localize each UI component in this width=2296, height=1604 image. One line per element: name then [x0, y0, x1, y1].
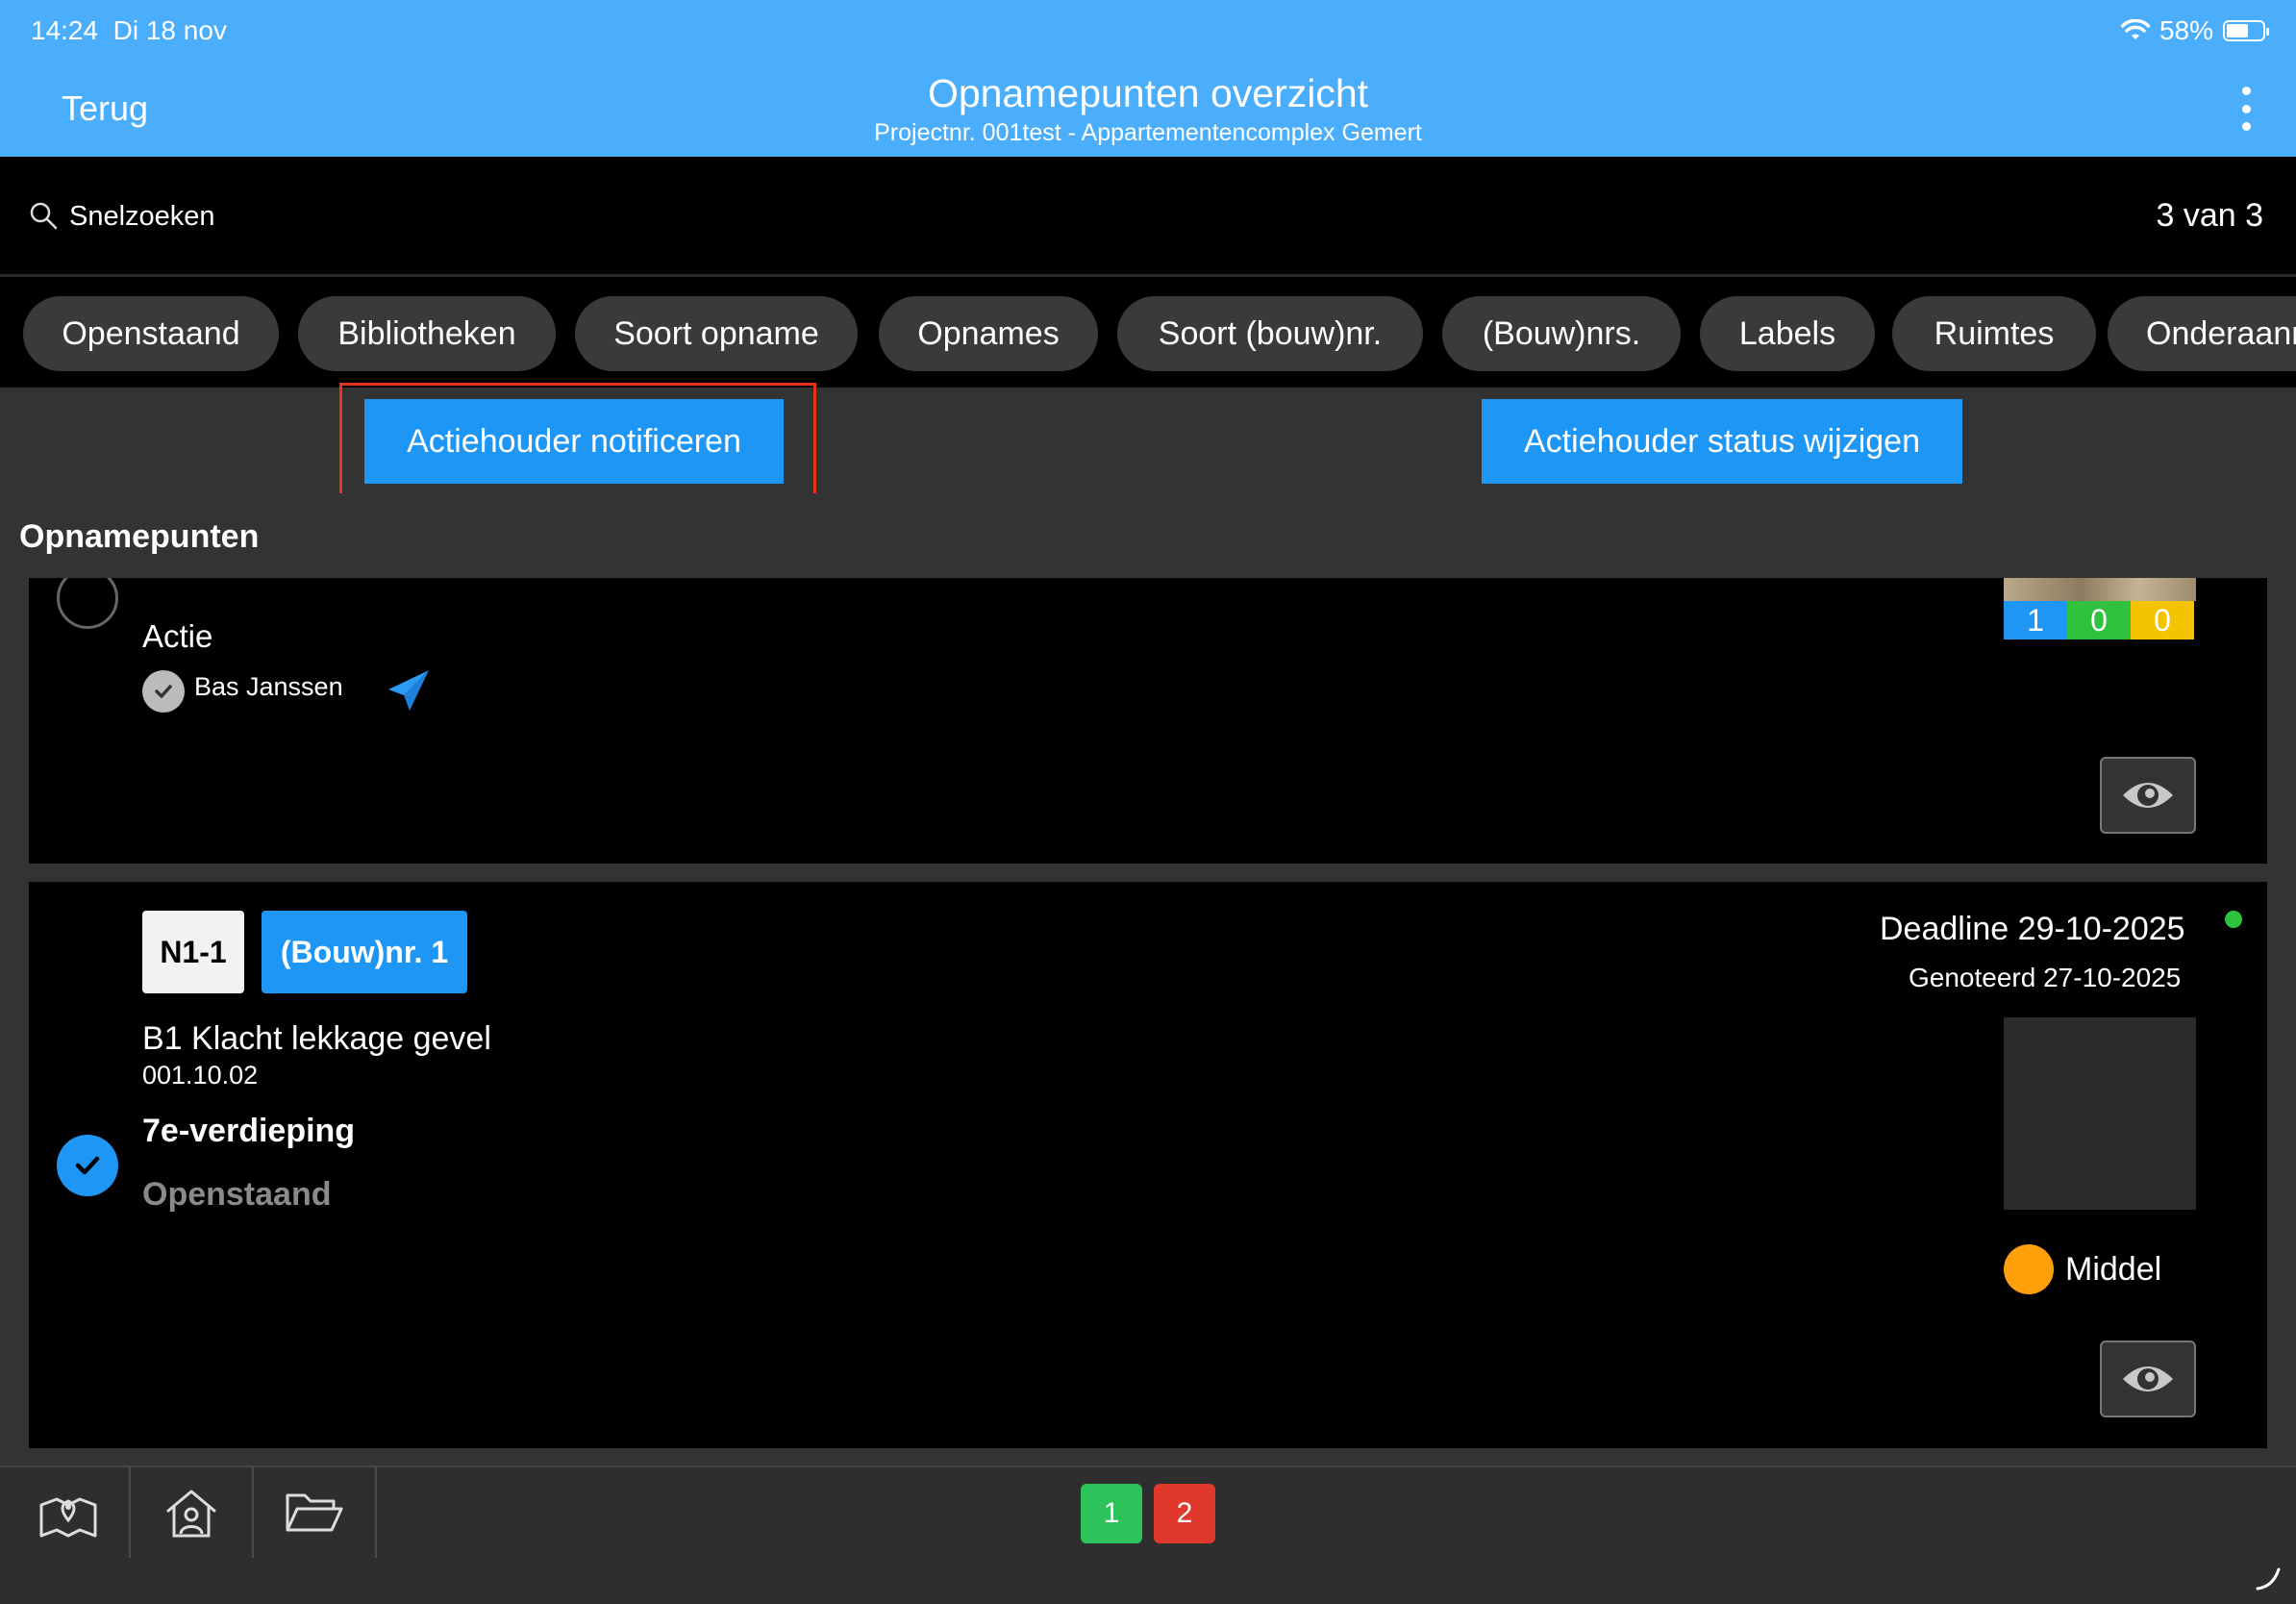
- view-button[interactable]: [2100, 1341, 2196, 1417]
- filter-chip-row: Openstaand Bibliotheken Soort opname Opn…: [0, 280, 2296, 388]
- filter-chip-bouwnrs[interactable]: (Bouw)nrs.: [1442, 296, 1681, 371]
- filter-chip-opnames[interactable]: Opnames: [879, 296, 1098, 371]
- filter-chip-soort-opname[interactable]: Soort opname: [575, 296, 858, 371]
- checkmark-icon: [142, 670, 185, 713]
- battery-icon: [2223, 20, 2269, 41]
- filter-chip-openstaand[interactable]: Openstaand: [23, 296, 279, 371]
- item-title: B1 Klacht lekkage gevel: [142, 1020, 491, 1057]
- item-status: Openstaand: [142, 1176, 332, 1213]
- folder-icon: [286, 1493, 343, 1532]
- battery-percent: 58%: [2159, 15, 2213, 45]
- search-icon: [30, 202, 58, 230]
- status-time: 14:24 Di 18 nov: [31, 15, 227, 46]
- select-radio[interactable]: [57, 578, 118, 629]
- item-number: 001.10.02: [142, 1061, 259, 1090]
- eye-icon: [2123, 1366, 2173, 1391]
- change-actionholder-status-button[interactable]: Actiehouder status wijzigen: [1482, 399, 1962, 484]
- home-user-button[interactable]: [131, 1467, 254, 1558]
- item-type-label: Actie: [142, 618, 213, 654]
- map-button[interactable]: [8, 1467, 131, 1558]
- filter-chip-ruimtes[interactable]: Ruimtes: [1892, 296, 2096, 371]
- deadline-date: Deadline 29-10-2025: [1880, 911, 2185, 947]
- filter-chip-bibliotheken[interactable]: Bibliotheken: [298, 296, 556, 371]
- status-indicators: 58%: [2120, 15, 2269, 46]
- more-icon[interactable]: [2240, 87, 2252, 131]
- checkmark-icon: [75, 1156, 100, 1175]
- noted-date: Genoteerd 27-10-2025: [1909, 963, 2182, 992]
- app-header: 14:24 Di 18 nov 58% Terug Opnamepunten o…: [0, 0, 2296, 157]
- clipped-text: [142, 578, 373, 582]
- result-count: 3 van 3: [2156, 197, 2263, 234]
- item-code-tag: N1-1: [142, 911, 244, 993]
- folder-button[interactable]: [254, 1467, 377, 1558]
- resize-handle-icon: [2256, 1567, 2281, 1591]
- photo-thumbnail[interactable]: [2004, 578, 2196, 601]
- count-green: 0: [2067, 601, 2131, 639]
- filter-chip-soort-bouwnr[interactable]: Soort (bouw)nr.: [1117, 296, 1423, 371]
- section-title: Opnamepunten: [0, 493, 2296, 578]
- select-radio[interactable]: [57, 1135, 118, 1196]
- search-input[interactable]: [69, 195, 838, 238]
- list-item[interactable]: Actie Bas Janssen 1 0 0: [29, 578, 2267, 864]
- map-icon: [39, 1497, 97, 1538]
- page-2-button[interactable]: 2: [1154, 1484, 1215, 1543]
- status-clock: 14:24: [31, 15, 99, 45]
- page-1-button[interactable]: 1: [1081, 1484, 1142, 1543]
- count-yellow: 0: [2131, 601, 2194, 639]
- filter-chip-labels[interactable]: Labels: [1700, 296, 1875, 371]
- building-number-tag: (Bouw)nr. 1: [262, 911, 467, 993]
- eye-icon: [2123, 783, 2173, 808]
- filter-chip-onderaannemers[interactable]: Onderaann: [2108, 296, 2296, 371]
- view-button[interactable]: [2100, 757, 2196, 834]
- photo-thumbnail[interactable]: [2004, 1017, 2196, 1210]
- send-icon[interactable]: [385, 666, 433, 714]
- highlight-frame: [339, 383, 816, 510]
- bottom-toolbar: 1 2: [0, 1466, 2296, 1604]
- item-location: 7e-verdieping: [142, 1113, 356, 1149]
- priority-dot: [2004, 1244, 2054, 1294]
- search-bar: 3 van 3: [0, 157, 2296, 277]
- wifi-icon: [2120, 19, 2150, 39]
- status-date: Di 18 nov: [112, 15, 227, 45]
- page-title: Opnamepunten overzicht: [927, 71, 1369, 115]
- status-dot: [2225, 911, 2242, 928]
- priority-label: Middel: [2065, 1251, 2162, 1288]
- page-subtitle: Projectnr. 001test - Appartementencomple…: [874, 119, 1422, 146]
- count-blue: 1: [2004, 601, 2067, 639]
- assignee-name: Bas Janssen: [194, 672, 343, 701]
- home-user-icon: [166, 1490, 216, 1538]
- count-badges: 1 0 0: [2004, 601, 2194, 639]
